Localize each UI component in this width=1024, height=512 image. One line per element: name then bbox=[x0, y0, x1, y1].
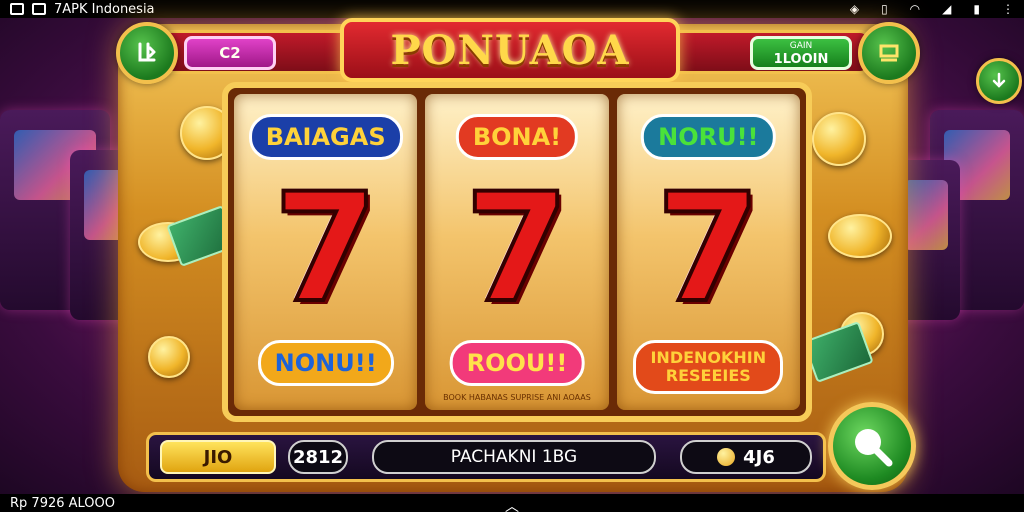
signal-icon: ◢ bbox=[942, 2, 952, 16]
game-title-plaque: PONUAOA bbox=[340, 18, 680, 82]
chevron-up-icon[interactable]: ︿ bbox=[505, 496, 519, 512]
refresh-button[interactable] bbox=[976, 58, 1022, 104]
bet-field-value: JIO bbox=[203, 446, 233, 468]
reel-1-top-badge: BAIAGAS bbox=[248, 114, 403, 160]
refresh-icon bbox=[992, 72, 1006, 88]
credit-pill[interactable]: C2 bbox=[184, 36, 276, 70]
message-field: PACHAKNI 1BG bbox=[372, 440, 656, 474]
reel-3-bottom-badge: INDENOKHIN RESEEIES bbox=[633, 340, 784, 394]
back-arrow-icon bbox=[138, 42, 156, 62]
reel-3: NORU!! 7 INDENOKHIN RESEEIES bbox=[616, 94, 800, 410]
more-icon[interactable]: ⋮ bbox=[1002, 2, 1014, 16]
reel-2: BONA! 7 ROOU!! BOOK HABANAS SUPRISE ANI … bbox=[425, 94, 609, 410]
reel-2-bottom-badge: ROOU!! bbox=[449, 340, 585, 386]
back-button[interactable] bbox=[116, 22, 178, 84]
vibrate-icon: ▯ bbox=[881, 2, 888, 16]
bet-pill-value: 1LOOIN bbox=[773, 52, 829, 67]
reel-1: BAIAGAS 7 NONU!! bbox=[234, 94, 418, 410]
coin-decor bbox=[148, 336, 190, 378]
shield-icon: ◈ bbox=[849, 2, 860, 16]
seven-symbol: 7 bbox=[271, 162, 379, 336]
app-title: 7APK Indonesia bbox=[54, 1, 155, 17]
reel-1-bottom-badge: NONU!! bbox=[257, 340, 394, 386]
seven-symbol: 7 bbox=[654, 162, 762, 336]
cart-icon bbox=[879, 44, 899, 62]
lines-field-value: 2812 bbox=[292, 446, 344, 468]
status-bar: 7APK Indonesia ◈ ▯ ◠ ◢ ▮ ⋮ bbox=[0, 0, 1024, 18]
battery-icon: ▮ bbox=[973, 2, 980, 16]
notification-icon bbox=[10, 3, 24, 15]
coin-icon bbox=[717, 448, 736, 466]
cart-button[interactable] bbox=[858, 22, 920, 84]
wifi-icon: ◠ bbox=[909, 2, 921, 16]
reel-window: BAIAGAS 7 NONU!! BONA! 7 ROOU!! BOOK HAB… bbox=[222, 82, 812, 422]
nav-bar: Rp 7926 ALOOO ︿ bbox=[0, 494, 1024, 512]
coin-decor bbox=[812, 112, 866, 166]
reel-2-top-badge: BONA! bbox=[455, 114, 579, 160]
lines-field[interactable]: 2812 bbox=[288, 440, 348, 474]
reel-2-fineprint: BOOK HABANAS SUPRISE ANI AOAAS bbox=[443, 393, 591, 402]
gallery-icon bbox=[32, 3, 46, 15]
magnifier-spin-icon bbox=[855, 429, 893, 467]
spin-button[interactable] bbox=[828, 402, 916, 490]
coin-decor bbox=[828, 214, 892, 258]
seven-symbol: 7 bbox=[463, 162, 571, 336]
balance-field: 4J6 bbox=[680, 440, 812, 474]
nav-left-text: Rp 7926 ALOOO bbox=[10, 495, 116, 511]
bet-pill[interactable]: GAIN 1LOOIN bbox=[750, 36, 852, 70]
bet-field[interactable]: JIO bbox=[160, 440, 276, 474]
message-field-value: PACHAKNI 1BG bbox=[450, 447, 578, 467]
credit-value: C2 bbox=[219, 44, 241, 62]
game-title: PONUAOA bbox=[390, 26, 630, 74]
reel-3-top-badge: NORU!! bbox=[641, 114, 776, 160]
balance-field-value: 4J6 bbox=[743, 446, 775, 468]
